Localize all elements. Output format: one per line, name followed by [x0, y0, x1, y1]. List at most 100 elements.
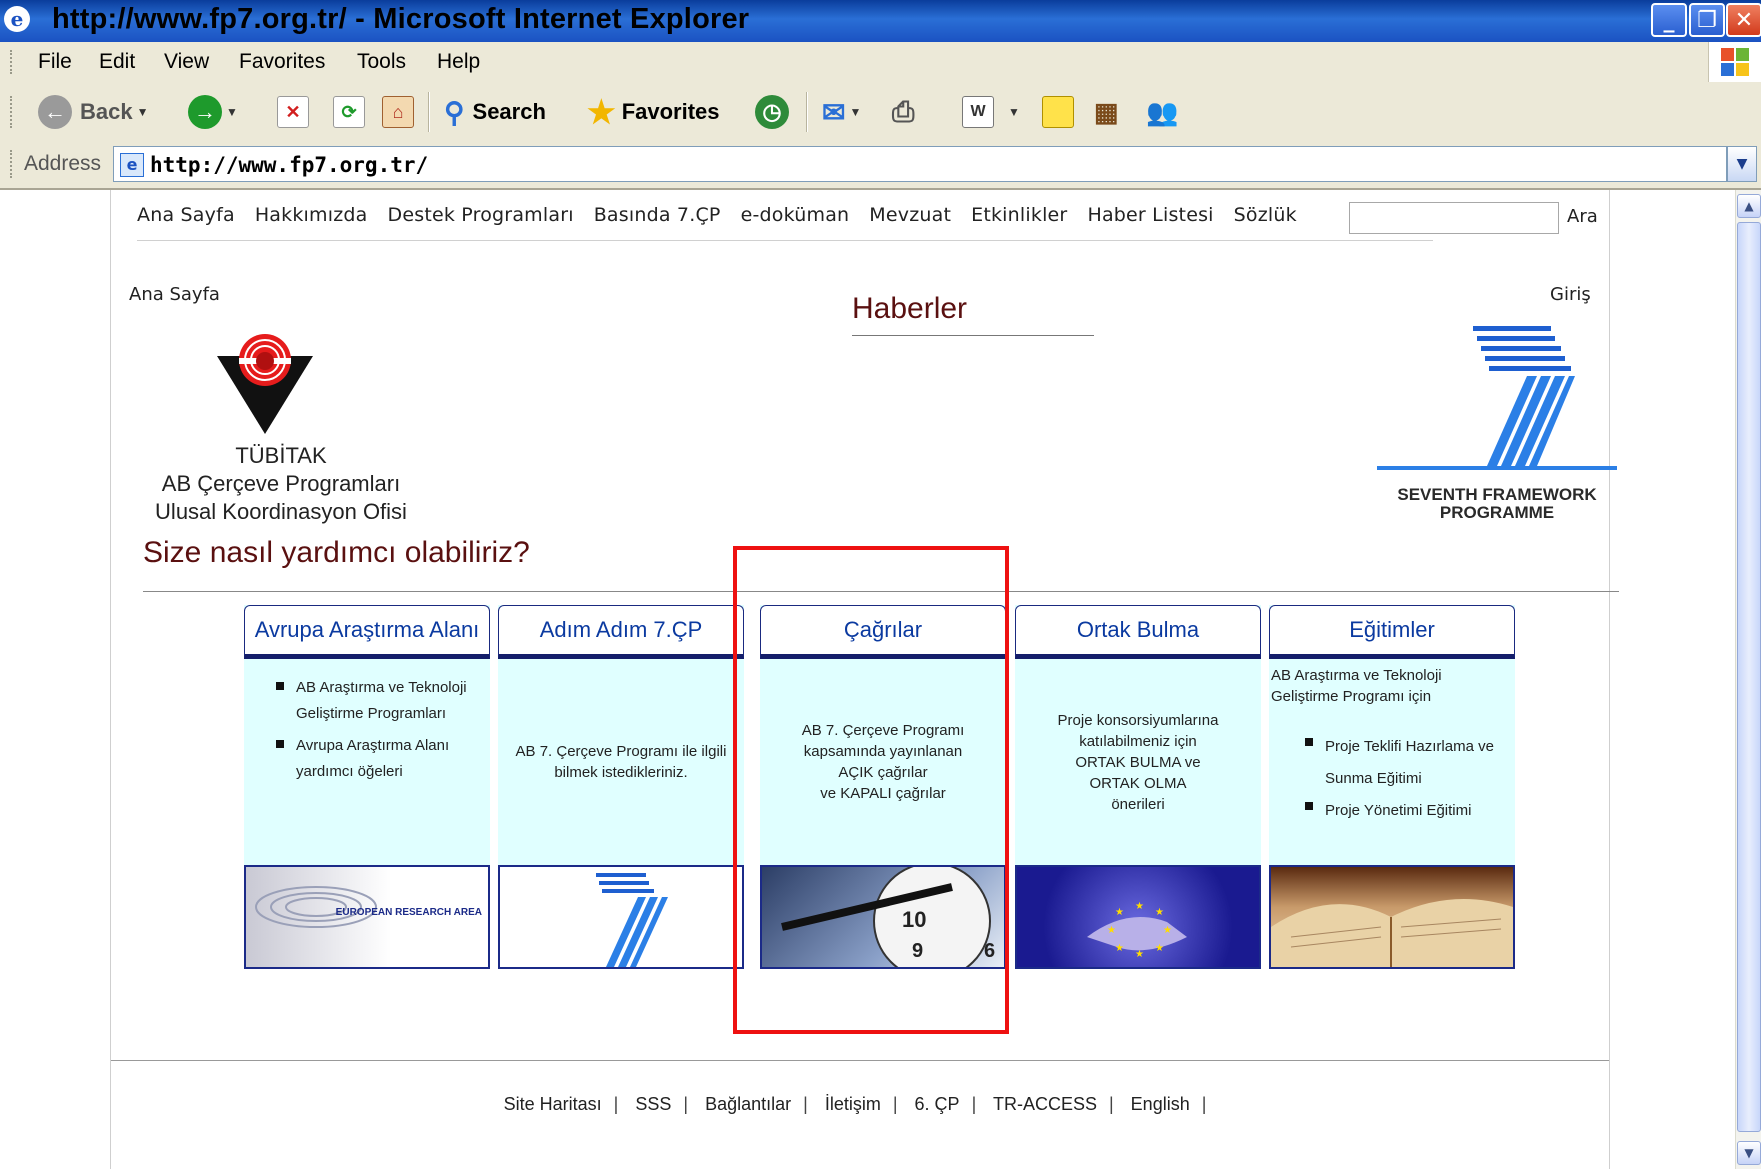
forward-button[interactable]: → ▼ — [188, 94, 238, 130]
nav-item-events[interactable]: Etkinlikler — [971, 204, 1067, 240]
open-book-graphic — [1271, 899, 1513, 967]
windows-logo-icon — [1708, 42, 1761, 82]
box-partner-search[interactable]: Ortak Bulma Proje konsorsiyumlarına katı… — [1015, 605, 1261, 969]
back-arrow-icon: ← — [38, 95, 72, 129]
mail-button[interactable]: ✉ ▼ — [822, 94, 861, 130]
scroll-thumb[interactable] — [1737, 222, 1761, 1132]
nav-item-programs[interactable]: Destek Programları — [388, 204, 574, 240]
nav-item-edocument[interactable]: e-doküman — [741, 204, 850, 240]
menu-grip[interactable] — [10, 50, 15, 74]
footer-link-english[interactable]: English — [1131, 1094, 1190, 1114]
research-button[interactable]: ▦ — [1094, 94, 1119, 130]
search-label: Search — [472, 99, 546, 124]
era-swirl-graphic: EUROPEAN RESEARCH AREA — [255, 886, 482, 928]
breadcrumb[interactable]: Ana Sayfa — [129, 284, 220, 305]
print-button[interactable]: ⎙ — [892, 94, 914, 130]
mail-dropdown-icon[interactable]: ▼ — [849, 105, 861, 119]
list-item: Proje Teklifi Hazırlama ve Sunma Eğitimi — [1301, 731, 1511, 795]
star-icon: ★ — [587, 94, 616, 130]
minimize-icon[interactable]: _ — [1651, 3, 1687, 37]
menu-favorites[interactable]: Favorites — [239, 50, 325, 74]
menu-tools[interactable]: Tools — [357, 50, 406, 74]
book-image[interactable] — [1269, 865, 1515, 969]
box-step-by-step[interactable]: Adım Adım 7.ÇP AB 7. Çerçeve Programı il… — [498, 605, 744, 969]
news-title[interactable]: Haberler — [852, 292, 967, 326]
back-button[interactable]: ← Back ▼ — [38, 94, 148, 130]
forward-dropdown-icon[interactable]: ▼ — [226, 105, 238, 119]
nav-item-legislation[interactable]: Mevzuat — [869, 204, 951, 240]
site-search-button[interactable]: Ara — [1567, 206, 1598, 227]
box-bullet-list: AB Araştırma ve Teknoloji Geliştirme Pro… — [272, 675, 482, 785]
standard-toolbar: ← Back ▼ → ▼ ✕ ⟳ ⌂ ⚲ Search ★ Favorites … — [0, 82, 1761, 143]
toolbar-separator — [428, 92, 430, 132]
list-item: Proje Yönetimi Eğitimi — [1301, 795, 1511, 827]
box-body: AB Araştırma ve Teknoloji Geliştirme Pro… — [244, 659, 490, 865]
scroll-up-icon[interactable]: ▲ — [1737, 194, 1761, 218]
edit-dropdown-icon[interactable]: ▼ — [1008, 105, 1020, 119]
vertical-scrollbar[interactable]: ▲ ▼ — [1735, 190, 1761, 1169]
home-button[interactable]: ⌂ — [382, 94, 414, 130]
box-line: önerileri — [1111, 795, 1165, 813]
site-search-input[interactable] — [1349, 202, 1559, 234]
box-body: AB Araştırma ve Teknoloji Geliştirme Pro… — [1269, 659, 1515, 865]
discuss-button[interactable] — [1042, 94, 1074, 130]
scroll-down-icon[interactable]: ▼ — [1737, 1141, 1761, 1165]
fp7-caption: SEVENTH FRAMEWORK PROGRAMME — [1377, 486, 1617, 522]
menu-edit[interactable]: Edit — [99, 50, 135, 74]
edit-button[interactable]: W ▼ — [962, 94, 1020, 130]
org-line-3: Ulusal Koordinasyon Ofisi — [155, 499, 407, 524]
box-title[interactable]: Ortak Bulma — [1015, 605, 1261, 659]
close-icon[interactable]: ✕ — [1726, 3, 1761, 37]
footer-link-links[interactable]: Bağlantılar — [705, 1094, 791, 1114]
box-title[interactable]: Adım Adım 7.ÇP — [498, 605, 744, 659]
favorites-label: Favorites — [621, 99, 720, 124]
menu-view[interactable]: View — [164, 50, 209, 74]
footer-link-faq[interactable]: SSS — [635, 1094, 671, 1114]
footer-link-fp6[interactable]: 6. ÇP — [915, 1094, 960, 1114]
refresh-button[interactable]: ⟳ — [333, 94, 365, 130]
box-european-research-area[interactable]: Avrupa Araştırma Alanı AB Araştırma ve T… — [244, 605, 490, 969]
nav-item-news-list[interactable]: Haber Listesi — [1087, 204, 1213, 240]
address-url: http://www.fp7.org.tr/ — [150, 153, 429, 177]
messenger-button[interactable]: 👥 — [1146, 94, 1178, 130]
restore-icon[interactable]: ❐ — [1689, 3, 1725, 37]
nav-item-glossary[interactable]: Sözlük — [1234, 204, 1297, 240]
address-grip[interactable] — [10, 150, 15, 178]
handshake-image[interactable]: ★ ★ ★ ★ ★ ★ ★ ★ — [1015, 865, 1261, 969]
history-button[interactable]: ◷ — [755, 94, 789, 130]
nav-item-press[interactable]: Basında 7.ÇP — [594, 204, 721, 240]
toolbar-separator — [806, 92, 808, 132]
svg-text:★: ★ — [1135, 949, 1144, 960]
footer-link-tr-access[interactable]: TR-ACCESS — [993, 1094, 1097, 1114]
back-dropdown-icon[interactable]: ▼ — [137, 105, 149, 119]
svg-text:★: ★ — [1115, 907, 1124, 918]
address-label: Address — [24, 152, 102, 175]
footer-link-sitemap[interactable]: Site Haritası — [504, 1094, 602, 1114]
list-item: Avrupa Araştırma Alanı yardımcı öğeleri — [272, 733, 482, 785]
stop-button[interactable]: ✕ — [277, 94, 309, 130]
footer-link-contact[interactable]: İletişim — [825, 1094, 881, 1114]
window-title: http://www.fp7.org.tr/ - Microsoft Inter… — [52, 3, 750, 35]
european-research-area-image[interactable]: EUROPEAN RESEARCH AREA — [244, 865, 490, 969]
fp7-image[interactable] — [498, 865, 744, 969]
box-title[interactable]: Avrupa Araştırma Alanı — [244, 605, 490, 659]
list-item: AB Araştırma ve Teknoloji Geliştirme Pro… — [272, 675, 482, 727]
favorites-button[interactable]: ★ Favorites — [587, 94, 720, 130]
org-line-1: TÜBİTAK — [235, 443, 327, 468]
login-link[interactable]: Giriş — [1550, 284, 1591, 305]
news-divider — [852, 335, 1094, 336]
search-button[interactable]: ⚲ Search — [444, 94, 546, 130]
menu-help[interactable]: Help — [437, 50, 480, 74]
box-title[interactable]: Eğitimler — [1269, 605, 1515, 659]
box-line: ORTAK BULMA ve — [1075, 753, 1201, 771]
nav-item-about[interactable]: Hakkımızda — [255, 204, 368, 240]
address-dropdown-icon[interactable]: ▼ — [1727, 146, 1757, 182]
svg-text:★: ★ — [1135, 901, 1144, 912]
toolbar-grip[interactable] — [10, 96, 15, 128]
footer-links: Site Haritası | SSS | Bağlantılar | İletişi… — [503, 1094, 1207, 1114]
nav-item-home[interactable]: Ana Sayfa — [137, 204, 235, 240]
address-input[interactable]: e http://www.fp7.org.tr/ — [113, 146, 1727, 182]
menu-file[interactable]: File — [38, 50, 72, 74]
box-trainings[interactable]: Eğitimler AB Araştırma ve Teknoloji Geli… — [1269, 605, 1515, 969]
stop-icon: ✕ — [277, 96, 309, 128]
